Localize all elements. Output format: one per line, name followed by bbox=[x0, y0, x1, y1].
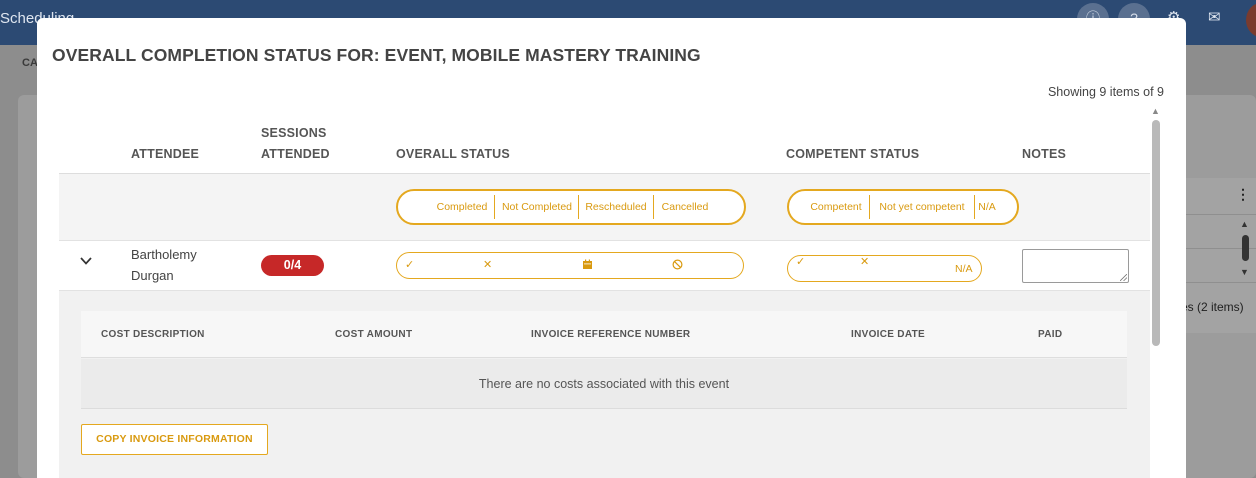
calendar-icon[interactable] bbox=[582, 259, 593, 270]
column-header-sessions-line1: SESSIONS bbox=[261, 126, 327, 140]
no-costs-message: There are no costs associated with this … bbox=[81, 359, 1127, 409]
chevron-down-icon[interactable] bbox=[79, 254, 93, 268]
status-legend-row: Completed Not Completed Rescheduled Canc… bbox=[59, 174, 1150, 241]
column-header-overall-status[interactable]: OVERALL STATUS bbox=[396, 144, 510, 165]
column-header-attendee[interactable]: ATTENDEE bbox=[131, 144, 199, 165]
scroll-up-icon[interactable]: ▲ bbox=[1151, 106, 1160, 116]
column-header-notes[interactable]: NOTES bbox=[1022, 144, 1066, 165]
completion-status-modal: OVERALL COMPLETION STATUS FOR: EVENT, MO… bbox=[37, 18, 1186, 478]
sessions-attended-badge: 0/4 bbox=[261, 255, 324, 276]
cancel-icon[interactable] bbox=[672, 259, 683, 270]
legend-na: N/A bbox=[978, 201, 996, 213]
cost-header-description[interactable]: COST DESCRIPTION bbox=[101, 329, 205, 340]
legend-divider bbox=[494, 195, 495, 219]
column-header-competent-status[interactable]: COMPETENT STATUS bbox=[786, 144, 919, 165]
cost-header-invoice-date[interactable]: INVOICE DATE bbox=[851, 329, 925, 340]
resize-handle-icon[interactable] bbox=[1120, 274, 1127, 281]
competent-status-selector: ✓ ✕ N/A bbox=[787, 255, 982, 282]
attendee-name: Bartholemy Durgan bbox=[131, 244, 231, 286]
legend-completed: Completed bbox=[436, 201, 488, 213]
legend-not-yet-competent: Not yet competent bbox=[879, 201, 965, 213]
attendee-table: ATTENDEE SESSIONS ATTENDED OVERALL STATU… bbox=[59, 110, 1150, 478]
competent-status-legend: Competent Not yet competent N/A bbox=[787, 189, 1019, 225]
legend-not-completed: Not Completed bbox=[501, 201, 573, 213]
mail-icon[interactable]: ✉ bbox=[1208, 8, 1221, 26]
cost-header-invoice-ref[interactable]: INVOICE REFERENCE NUMBER bbox=[531, 329, 690, 340]
background-items-count: es (2 items) bbox=[1181, 300, 1244, 314]
more-menu-icon[interactable]: ⋮ bbox=[1236, 186, 1250, 203]
background-scrollbar-thumb[interactable] bbox=[1242, 235, 1249, 261]
background-row bbox=[1186, 282, 1256, 283]
column-header-sessions-attended[interactable]: SESSIONS ATTENDED bbox=[261, 123, 330, 165]
items-count: Showing 9 items of 9 bbox=[1047, 85, 1164, 99]
attendee-last-name: Durgan bbox=[131, 268, 174, 283]
check-icon[interactable]: ✓ bbox=[796, 256, 805, 268]
modal-title: OVERALL COMPLETION STATUS FOR: EVENT, MO… bbox=[52, 45, 701, 65]
legend-competent: Competent bbox=[810, 201, 862, 213]
notes-input[interactable] bbox=[1022, 249, 1129, 283]
table-row: Bartholemy Durgan 0/4 ✓ ✕ ✓ ✕ N/A bbox=[59, 241, 1150, 291]
legend-rescheduled: Rescheduled bbox=[585, 201, 647, 213]
scroll-down-icon[interactable]: ▼ bbox=[1240, 267, 1249, 277]
attendee-first-name: Bartholemy bbox=[131, 247, 197, 262]
scroll-up-icon[interactable]: ▲ bbox=[1240, 219, 1249, 229]
breadcrumb: CA bbox=[22, 57, 38, 69]
cost-header-paid[interactable]: PAID bbox=[1038, 329, 1062, 340]
close-icon[interactable]: ✕ bbox=[483, 259, 492, 271]
na-option[interactable]: N/A bbox=[955, 263, 973, 275]
cost-header-amount[interactable]: COST AMOUNT bbox=[335, 329, 412, 340]
close-icon[interactable]: ✕ bbox=[860, 256, 869, 268]
overall-status-legend: Completed Not Completed Rescheduled Canc… bbox=[396, 189, 746, 225]
check-icon[interactable]: ✓ bbox=[405, 259, 414, 271]
cost-details-panel: COST DESCRIPTION COST AMOUNT INVOICE REF… bbox=[59, 291, 1150, 478]
overall-status-selector: ✓ ✕ bbox=[396, 252, 744, 279]
copy-invoice-button[interactable]: COPY INVOICE INFORMATION bbox=[81, 424, 268, 455]
column-header-sessions-line2: ATTENDED bbox=[261, 147, 330, 161]
modal-scrollbar[interactable]: ▲ bbox=[1149, 106, 1161, 478]
scrollbar-thumb[interactable] bbox=[1152, 120, 1160, 346]
background-row bbox=[1186, 214, 1256, 215]
legend-cancelled: Cancelled bbox=[661, 201, 709, 213]
